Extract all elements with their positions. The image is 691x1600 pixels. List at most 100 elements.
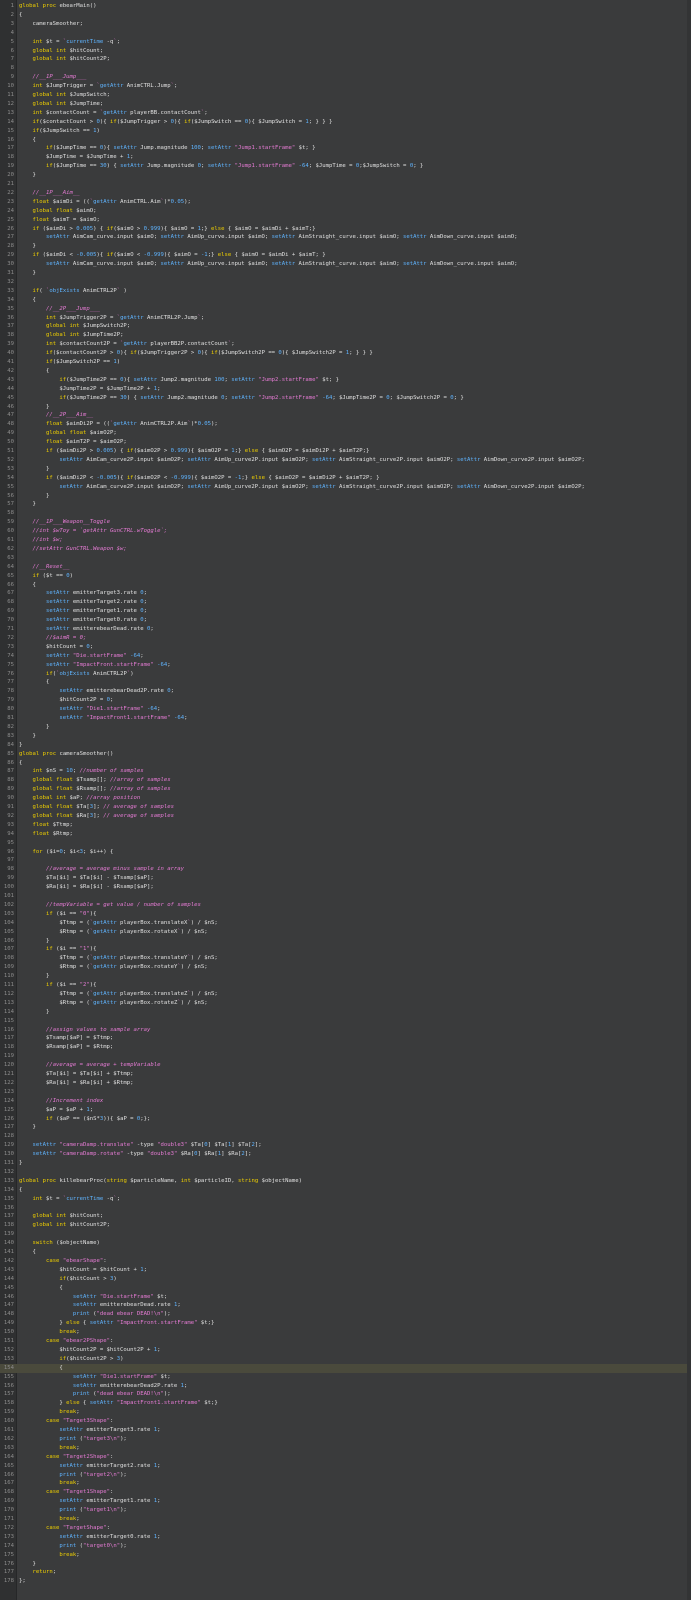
code-line[interactable]: 68 setAttr emitterTarget2.rate 0; (0, 598, 691, 607)
code-line[interactable]: 36 int $JumpTrigger2P = `getAttr AnimCTR… (0, 314, 691, 323)
code-line[interactable]: 114 } (0, 1008, 691, 1017)
code-line[interactable]: 41 if($JumpSwitch2P == 1) (0, 358, 691, 367)
code-line[interactable]: 159 break; (0, 1408, 691, 1417)
code-line[interactable]: 105 $Rtmp = (`getAttr playerBox.rotateX`… (0, 928, 691, 937)
code-line[interactable]: 128 (0, 1132, 691, 1141)
code-line[interactable]: 57 } (0, 500, 691, 509)
code-line[interactable]: 18 $JumpTime = $JumpTime + 1; (0, 153, 691, 162)
code-line[interactable]: 125 $aP = $aP + 1; (0, 1106, 691, 1115)
code-line[interactable]: 121 $Ta[$i] = $Ta[$i] + $Ttmp; (0, 1070, 691, 1079)
code-line[interactable]: 163 break; (0, 1444, 691, 1453)
code-line[interactable]: 1 global proc ebearMain() (0, 2, 691, 11)
code-line[interactable]: 95 (0, 839, 691, 848)
code-line[interactable]: 30 setAttr AimCam_curve.input $aimO; set… (0, 260, 691, 269)
code-line[interactable]: 93 float $Ttmp; (0, 821, 691, 830)
code-line[interactable]: 42 { (0, 367, 691, 376)
code-line[interactable]: 25 float $aimT = $aimO; (0, 216, 691, 225)
code-line[interactable]: 116 //assign values to sample array (0, 1026, 691, 1035)
code-line[interactable]: 48 float $aimDi2P = ((`getAttr AnimCTRL2… (0, 420, 691, 429)
code-line[interactable]: 148 print ("dead ebear DEAD!\n"); (0, 1310, 691, 1319)
code-line[interactable]: 81 setAttr "ImpactFront1.startFrame" -64… (0, 714, 691, 723)
code-line[interactable]: 109 $Rtmp = (`getAttr playerBox.rotateY`… (0, 963, 691, 972)
code-line[interactable]: 171 break; (0, 1515, 691, 1524)
code-line[interactable]: 32 (0, 278, 691, 287)
code-line[interactable]: 170 print ("target1\n"); (0, 1506, 691, 1515)
code-line[interactable]: 12 global int $JumpTime; (0, 100, 691, 109)
code-line[interactable]: 110 } (0, 972, 691, 981)
code-line[interactable]: 99 $Ta[$i] = $Ta[$i] - $Tsamp[$aP]; (0, 874, 691, 883)
code-line[interactable]: 103 if ($i == "0"){ (0, 910, 691, 919)
code-line[interactable]: 124 //Increment index (0, 1097, 691, 1106)
code-line[interactable]: 134 { (0, 1186, 691, 1195)
code-line[interactable]: 115 (0, 1017, 691, 1026)
code-line[interactable]: 161 setAttr emitterTarget3.rate 1; (0, 1426, 691, 1435)
code-line[interactable]: 64 //__Reset__ (0, 563, 691, 572)
code-line[interactable]: 38 global int $JumpTime2P; (0, 331, 691, 340)
code-line[interactable]: 167 break; (0, 1479, 691, 1488)
code-line[interactable]: 89 global float $Rsamp[]; //array of sam… (0, 785, 691, 794)
code-line[interactable]: 66 { (0, 581, 691, 590)
code-line[interactable]: 77 { (0, 678, 691, 687)
code-line[interactable]: 140 switch ($objectName) (0, 1239, 691, 1248)
code-line[interactable]: 144 if($hitCount > 3) (0, 1275, 691, 1284)
code-line[interactable]: 23 float $aimDi = ((`getAttr AnimCTRL.Ai… (0, 198, 691, 207)
code-line[interactable]: 157 print ("dead ebear DEAD!\n"); (0, 1390, 691, 1399)
code-line[interactable]: 123 (0, 1088, 691, 1097)
code-line[interactable]: 98 //average = average minus sample in a… (0, 865, 691, 874)
code-line[interactable]: 79 $hitCount2P = 0; (0, 696, 691, 705)
code-line[interactable]: 142 case "ebearShape": (0, 1257, 691, 1266)
code-line[interactable]: 56 } (0, 492, 691, 501)
code-line[interactable]: 44 $JumpTime2P = $JumpTime2P + 1; (0, 385, 691, 394)
code-line[interactable]: 76 if(`objExists AnimCTRL2P`) (0, 670, 691, 679)
code-line[interactable]: 62 //setAttr GunCTRL.Weapon $w; (0, 545, 691, 554)
code-line[interactable]: 178}; (0, 1577, 691, 1586)
code-line[interactable]: 82 } (0, 723, 691, 732)
code-line[interactable]: 72 //$aimR = 0; (0, 634, 691, 643)
vertical-scrollbar[interactable] (687, 0, 691, 1600)
code-line[interactable]: 51 if ($aimDi2P > 0.005) { if($aimO2P > … (0, 447, 691, 456)
code-line[interactable]: 139 (0, 1230, 691, 1239)
code-line[interactable]: 102 //tempVariable = get value / number … (0, 901, 691, 910)
code-line[interactable]: 47 //__2P___Aim__ (0, 411, 691, 420)
code-line[interactable]: 145 { (0, 1284, 691, 1293)
code-line[interactable]: 50 float $aimT2P = $aimO2P; (0, 438, 691, 447)
code-line[interactable]: 28 } (0, 242, 691, 251)
code-line[interactable]: 132 (0, 1168, 691, 1177)
code-line[interactable]: 80 setAttr "Die1.startFrame" -64; (0, 705, 691, 714)
code-line[interactable]: 19 if($JumpTime == 30) { setAttr Jump.ma… (0, 162, 691, 171)
code-line[interactable]: 61 //int $w; (0, 536, 691, 545)
code-line[interactable]: 154 { (0, 1363, 691, 1373)
code-line[interactable]: 100 $Ra[$i] = $Ra[$i] - $Rsamp[$aP]; (0, 883, 691, 892)
code-line[interactable]: 10 int $JumpTrigger = `getAttr AnimCTRL.… (0, 82, 691, 91)
code-line[interactable]: 92 global float $Ra[3]; // average of sa… (0, 812, 691, 821)
code-line[interactable]: 137 global int $hitCount; (0, 1212, 691, 1221)
code-line[interactable]: 21 (0, 180, 691, 189)
code-line[interactable]: 177 return; (0, 1568, 691, 1577)
code-line[interactable]: 153 if($hitCount2P > 3) (0, 1355, 691, 1364)
code-line[interactable]: 45 if($JumpTime2P == 30) { setAttr Jump2… (0, 394, 691, 403)
code-line[interactable]: 86 { (0, 759, 691, 768)
code-line[interactable]: 14 if($contactCount > 0){ if($JumpTrigge… (0, 118, 691, 127)
code-line[interactable]: 52 setAttr AimCam_curve2P.input $aimO2P;… (0, 456, 691, 465)
code-line[interactable]: 85 global proc cameraSmoother() (0, 750, 691, 759)
code-line[interactable]: 3 cameraSmoother; (0, 20, 691, 29)
code-line[interactable]: 164 case "Target2Shape": (0, 1453, 691, 1462)
code-line[interactable]: 130 setAttr "cameraDamp.rotate" -type "d… (0, 1150, 691, 1159)
code-line[interactable]: 104 $Ttmp = (`getAttr playerBox.translat… (0, 919, 691, 928)
code-line[interactable]: 33 if( `objExists AnimCTRL2P` ) (0, 287, 691, 296)
code-line[interactable]: 54 if ($aimDi2P < -0.005){ if($aimO2P < … (0, 474, 691, 483)
code-line[interactable]: 112 $Ttmp = (`getAttr playerBox.translat… (0, 990, 691, 999)
code-line[interactable]: 6 global int $hitCount; (0, 47, 691, 56)
code-editor[interactable]: 1 global proc ebearMain() 2{3 cameraSmooth… (0, 0, 691, 1600)
code-line[interactable]: 155 setAttr "Die1.startFrame" $t; (0, 1373, 691, 1382)
code-line[interactable]: 87 int $nS = 10; //number of samples (0, 767, 691, 776)
code-line[interactable]: 101 (0, 892, 691, 901)
code-line[interactable]: 96 for ($i=0; $i<3; $i++) { (0, 848, 691, 857)
code-line[interactable]: 55 setAttr AimCam_curve2P.input $aimO2P;… (0, 483, 691, 492)
code-line[interactable]: 175 break; (0, 1551, 691, 1560)
code-line[interactable]: 122 $Ra[$i] = $Ra[$i] + $Rtmp; (0, 1079, 691, 1088)
code-line[interactable]: 108 $Ttmp = (`getAttr playerBox.translat… (0, 954, 691, 963)
code-line[interactable]: 74 setAttr "Die.startFrame" -64; (0, 652, 691, 661)
code-line[interactable]: 160 case "Target3Shape": (0, 1417, 691, 1426)
code-line[interactable]: 43 if($JumpTime2P == 0){ setAttr Jump2.m… (0, 376, 691, 385)
